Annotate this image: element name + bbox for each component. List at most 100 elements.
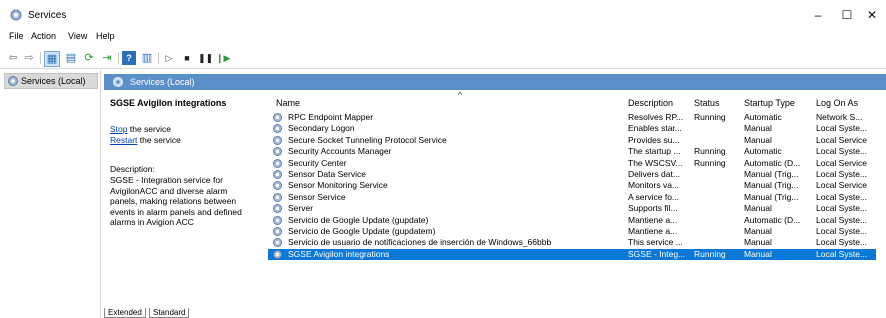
- cell-startup-type: Manual: [744, 226, 772, 236]
- table-row[interactable]: Servicio de usuario de notificaciones de…: [268, 237, 876, 248]
- cell-description: This service ...: [628, 237, 683, 248]
- table-row[interactable]: Servicio de Google Update (gupdatem) Mant…: [268, 226, 876, 237]
- forward-icon[interactable]: ⇨: [22, 51, 36, 65]
- console-tree-icon[interactable]: ▦: [44, 51, 60, 67]
- cell-startup-type: Automatic (D...: [744, 214, 801, 225]
- cell-name: Server: [288, 203, 314, 214]
- tree-item-services-local[interactable]: Services (Local): [4, 73, 98, 89]
- cell-startup-type: Manual: [744, 203, 772, 214]
- table-row[interactable]: Security Accounts Manager The startup ...…: [268, 146, 876, 157]
- service-gear-icon: [273, 147, 282, 157]
- cell-name: Sensor Monitoring Service: [288, 180, 388, 191]
- cell-name: Security Center: [288, 157, 347, 168]
- table-row[interactable]: RPC Endpoint Mapper Resolves RP... Running…: [268, 112, 876, 123]
- table-row[interactable]: Servicio de Google Update (gupdate) Manti…: [268, 215, 876, 226]
- stop-service-link[interactable]: Stop: [110, 124, 128, 134]
- cell-log-on-as: Local Syste...: [816, 146, 868, 157]
- services-gear-icon: [10, 9, 22, 21]
- cell-log-on-as: Local Syste...: [816, 169, 868, 179]
- service-gear-icon: [273, 135, 282, 145]
- minimize-button[interactable]: –: [808, 8, 828, 22]
- maximize-button[interactable]: ☐: [837, 8, 857, 22]
- cell-name: Servicio de Google Update (gupdate): [288, 214, 429, 225]
- export-list-icon[interactable]: ⇥: [100, 51, 114, 65]
- selected-service-name: SGSE Avigilon integrations: [110, 98, 227, 108]
- cell-name: Secondary Logon: [288, 123, 355, 134]
- table-row[interactable]: Secondary Logon Enables star... Manual Loca…: [268, 123, 876, 134]
- cell-name: Servicio de Google Update (gupdatem): [288, 226, 436, 236]
- cell-startup-type: Manual (Trig...: [744, 180, 799, 191]
- service-gear-icon: [273, 124, 282, 134]
- column-header-log-on-as[interactable]: Log On As: [816, 98, 858, 108]
- cell-name: Secure Socket Tunneling Protocol Service: [288, 134, 447, 145]
- tab-standard[interactable]: Standard: [149, 308, 190, 318]
- table-row[interactable]: Server Supports fil... Manual Local Syste..…: [268, 203, 876, 214]
- view-tabs: Extended Standard: [104, 308, 404, 318]
- table-row[interactable]: Security Center The WSCSV... Running Automa…: [268, 158, 876, 169]
- toolbar: ⇦ ⇨ ▦ ▤ ⟳ ⇥ ? ▥ ▷ ■ ❚❚ ❙▶: [0, 48, 886, 69]
- cell-log-on-as: Local Service: [816, 180, 868, 191]
- menu-bar: File Action View Help: [0, 31, 886, 45]
- cell-description: Provides su...: [628, 134, 680, 145]
- stop-service-icon[interactable]: ■: [180, 51, 194, 65]
- cell-description: A service fo...: [628, 191, 680, 202]
- column-header-description[interactable]: Description: [628, 98, 673, 108]
- menu-view[interactable]: View: [68, 31, 87, 41]
- services-gear-icon: [113, 77, 123, 87]
- table-row[interactable]: Sensor Service A service fo... Manual (Tri…: [268, 192, 876, 203]
- cell-description: Supports fil...: [628, 203, 678, 214]
- close-button[interactable]: ✕: [862, 8, 882, 22]
- services-gear-icon: [8, 76, 18, 86]
- cell-startup-type: Manual (Trig...: [744, 191, 799, 202]
- cell-description: Mantiene a...: [628, 226, 678, 236]
- cell-status: Running: [694, 146, 726, 157]
- description-text: SGSE - Integration service for AvigilonA…: [110, 175, 242, 227]
- cell-description: Enables star...: [628, 123, 682, 134]
- cell-startup-type: Manual: [744, 248, 772, 259]
- service-gear-icon: [273, 238, 282, 248]
- cell-status: Running: [694, 157, 726, 168]
- column-header-status[interactable]: Status: [694, 98, 720, 108]
- restart-service-icon[interactable]: ❙▶: [216, 51, 230, 65]
- menu-file[interactable]: File: [9, 31, 24, 41]
- cell-log-on-as: Local Syste...: [816, 214, 868, 225]
- restart-service-link[interactable]: Restart: [110, 135, 137, 145]
- cell-name: Sensor Data Service: [288, 169, 366, 179]
- pause-service-icon[interactable]: ❚❚: [198, 51, 213, 65]
- cell-description: Monitors va...: [628, 180, 680, 191]
- start-service-icon[interactable]: ▷: [162, 51, 176, 65]
- cell-name: SGSE Avigilon integrations: [288, 248, 390, 259]
- properties-icon[interactable]: ▤: [64, 51, 78, 65]
- cell-log-on-as: Local Syste...: [816, 248, 868, 259]
- table-row[interactable]: SGSE Avigilon integrations SGSE - Integ..…: [268, 248, 876, 260]
- refresh-icon[interactable]: ⟳: [82, 51, 96, 65]
- service-gear-icon: [273, 113, 282, 122]
- tree-item-label: Services (Local): [21, 76, 86, 86]
- description-label: Description:: [110, 164, 155, 174]
- show-hide-icon[interactable]: ▥: [140, 51, 154, 65]
- column-header-startup-type[interactable]: Startup Type: [744, 98, 795, 108]
- cell-description: The WSCSV...: [628, 157, 683, 168]
- menu-help[interactable]: Help: [96, 31, 115, 41]
- cell-startup-type: Automatic (D...: [744, 157, 801, 168]
- back-icon[interactable]: ⇦: [6, 51, 20, 65]
- cell-log-on-as: Local Syste...: [816, 226, 868, 236]
- cell-log-on-as: Network S...: [816, 112, 863, 122]
- cell-startup-type: Automatic: [744, 146, 782, 157]
- table-row[interactable]: Secure Socket Tunneling Protocol Service…: [268, 135, 876, 146]
- cell-status: Running: [694, 112, 726, 122]
- table-row[interactable]: Sensor Monitoring Service Monitors va... M…: [268, 180, 876, 191]
- cell-description: Delivers dat...: [628, 169, 680, 179]
- stop-rest-text: the service: [127, 124, 171, 134]
- menu-action[interactable]: Action: [31, 31, 56, 41]
- service-gear-icon: [273, 249, 282, 259]
- cell-startup-type: Manual: [744, 134, 772, 145]
- cell-log-on-as: Local Service: [816, 134, 868, 145]
- column-header-name[interactable]: Name: [276, 98, 300, 108]
- table-row[interactable]: Sensor Data Service Delivers dat... Manual…: [268, 169, 876, 180]
- cell-log-on-as: Local Service: [816, 157, 868, 168]
- service-gear-icon: [273, 192, 282, 202]
- help-icon[interactable]: ?: [122, 51, 136, 65]
- cell-description: SGSE - Integ...: [628, 248, 686, 259]
- tab-extended[interactable]: Extended: [104, 308, 146, 318]
